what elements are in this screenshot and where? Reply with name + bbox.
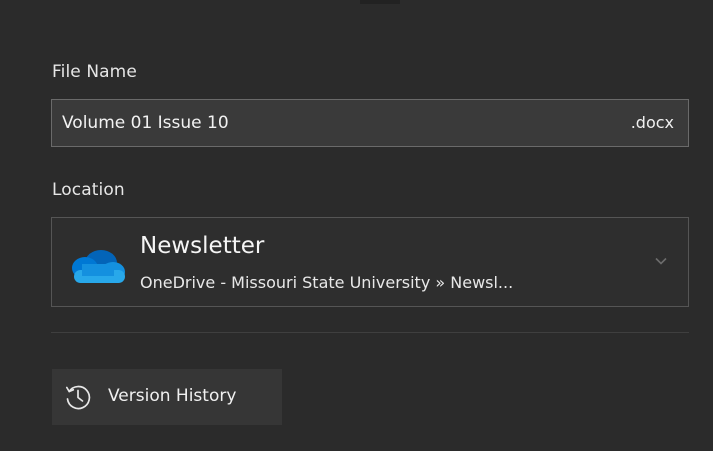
onedrive-cloud-icon bbox=[72, 250, 125, 283]
divider bbox=[51, 332, 689, 333]
file-name-input[interactable] bbox=[62, 100, 602, 146]
history-icon bbox=[65, 385, 91, 410]
location-path: OneDrive - Missouri State University » N… bbox=[140, 273, 514, 292]
save-panel: File Name .docx Location Newsletter OneD… bbox=[0, 0, 713, 451]
top-edge-notch bbox=[360, 0, 400, 4]
location-dropdown[interactable]: Newsletter OneDrive - Missouri State Uni… bbox=[51, 217, 689, 307]
file-name-label: File Name bbox=[52, 62, 137, 82]
file-name-field[interactable]: .docx bbox=[51, 99, 689, 147]
location-title: Newsletter bbox=[140, 233, 265, 259]
file-extension: .docx bbox=[630, 113, 674, 132]
chevron-down-icon[interactable] bbox=[654, 254, 668, 268]
location-label: Location bbox=[52, 180, 125, 200]
version-history-button[interactable]: Version History bbox=[52, 369, 282, 425]
version-history-label: Version History bbox=[108, 386, 237, 406]
